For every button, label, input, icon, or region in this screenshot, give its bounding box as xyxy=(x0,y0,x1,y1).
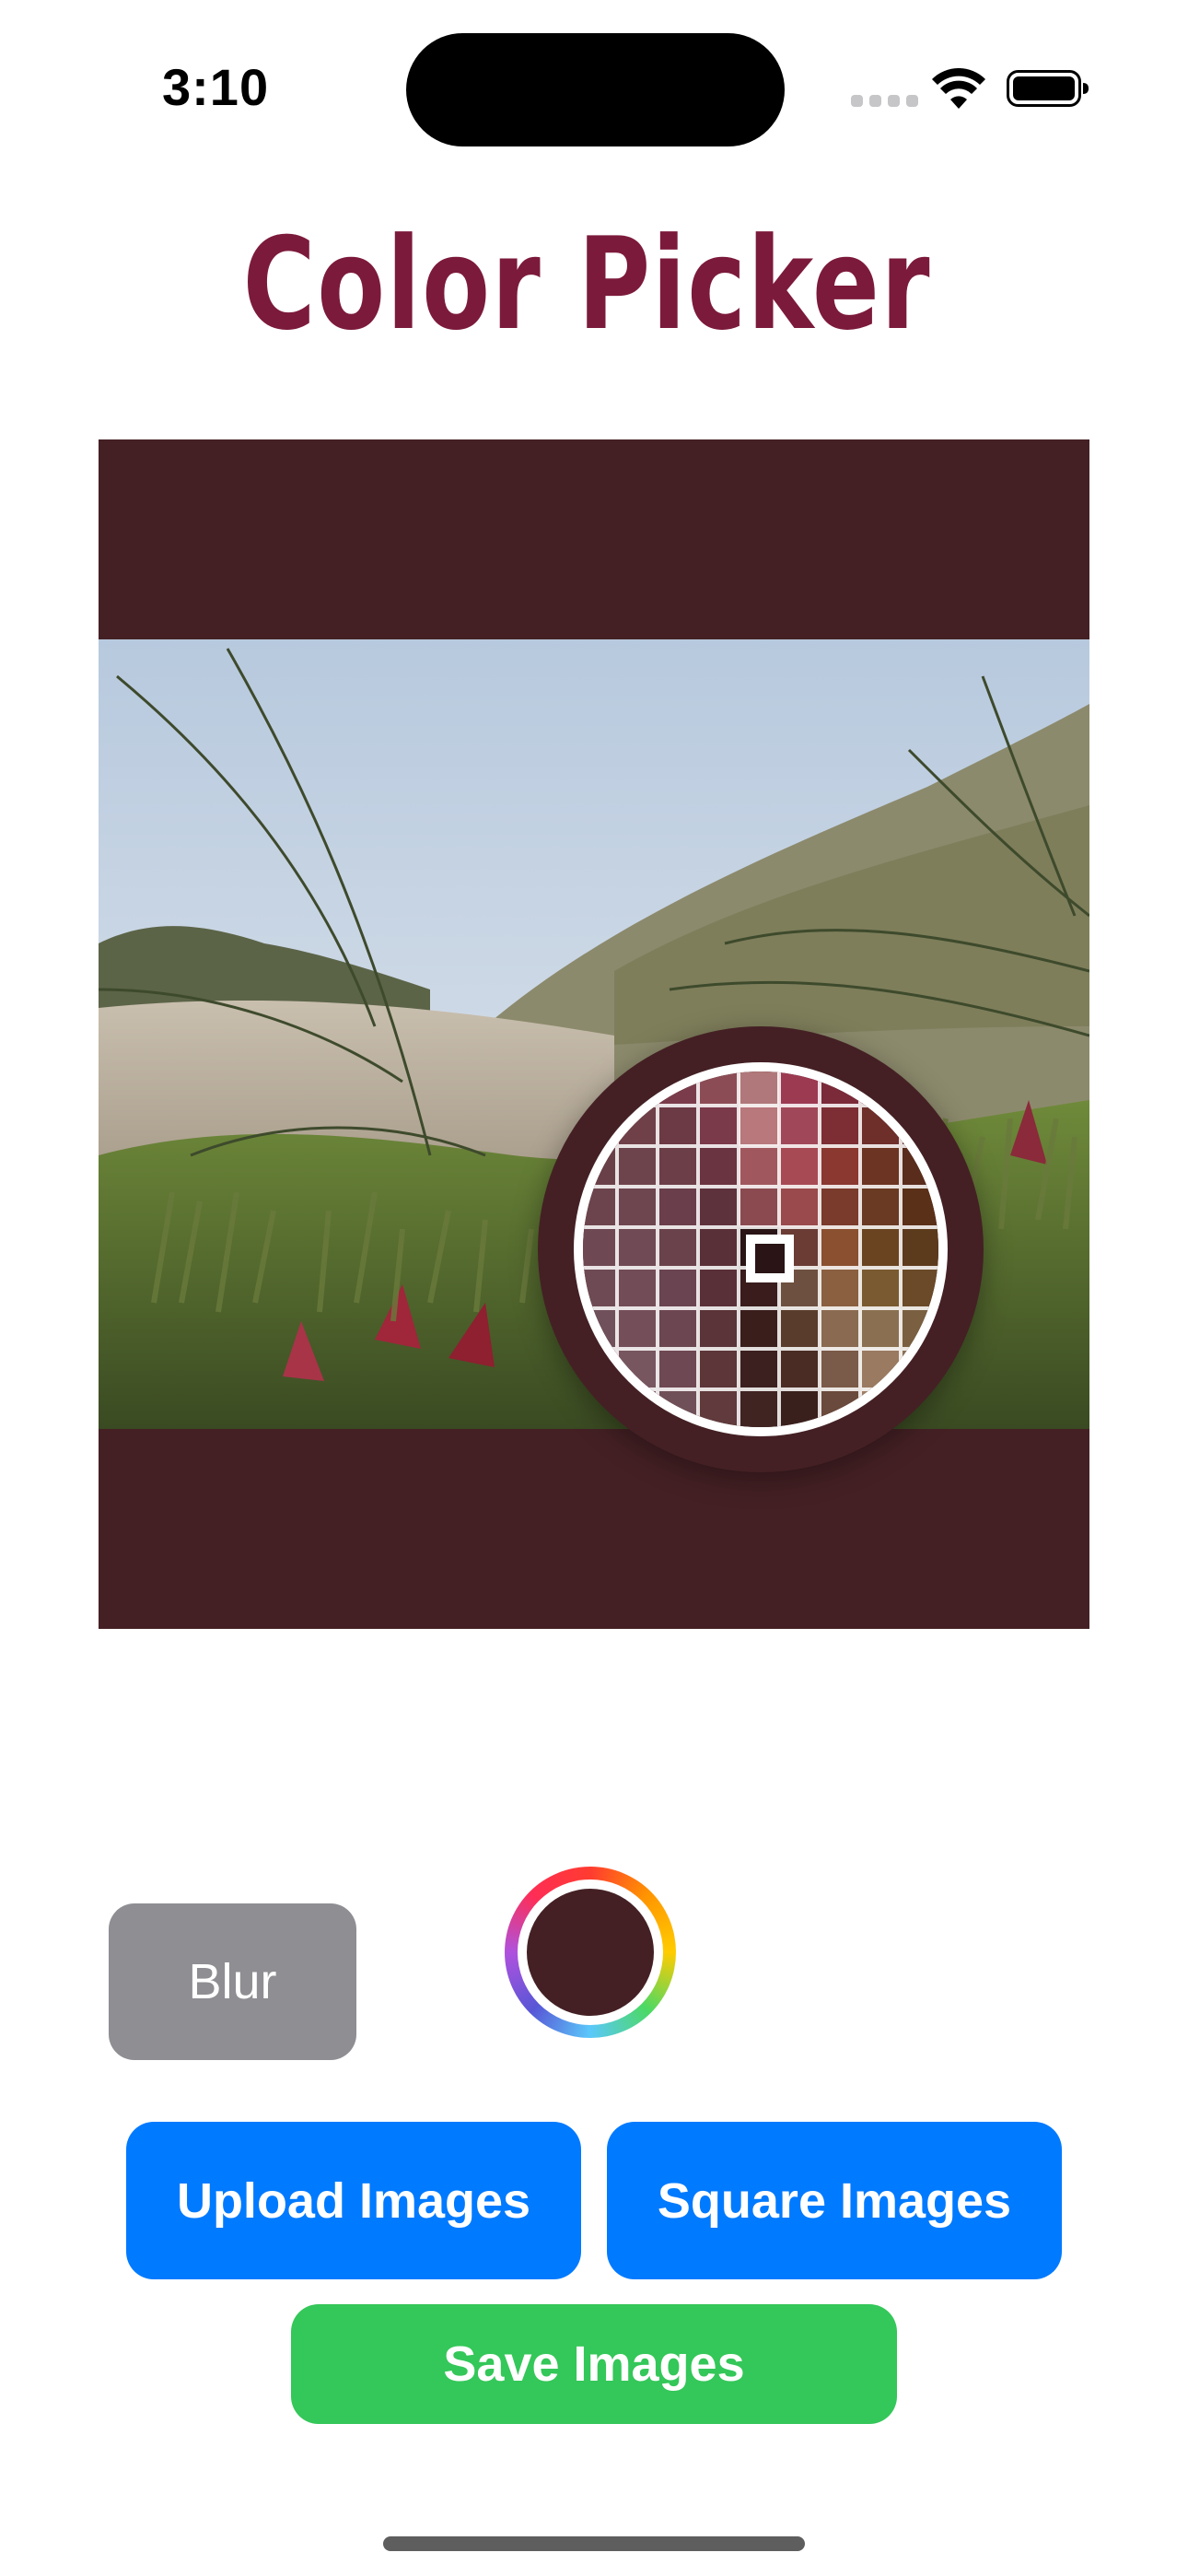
loupe-pixel xyxy=(901,1146,938,1187)
loupe-pixel xyxy=(779,1349,820,1389)
loupe-pixel xyxy=(617,1389,658,1427)
loupe-pixel xyxy=(583,1187,617,1227)
loupe-pixel xyxy=(698,1268,739,1308)
dynamic-island xyxy=(406,33,785,146)
loupe-pixel xyxy=(820,1106,860,1146)
loupe-pixel xyxy=(583,1349,617,1389)
color-well[interactable] xyxy=(505,1867,676,2038)
loupe-pixel xyxy=(658,1106,698,1146)
loupe-pixel xyxy=(617,1268,658,1308)
loupe-pixel xyxy=(658,1071,698,1106)
save-images-button[interactable]: Save Images xyxy=(291,2304,897,2424)
color-well-swatch xyxy=(527,1889,654,2016)
loupe-pixel xyxy=(617,1187,658,1227)
loupe-pixel xyxy=(860,1308,901,1349)
home-indicator xyxy=(383,2536,805,2551)
page-title: Color Picker xyxy=(242,210,932,358)
loupe-pixel xyxy=(779,1308,820,1349)
loupe-pixel xyxy=(901,1187,938,1227)
loupe-pixel xyxy=(820,1389,860,1427)
loupe-pixel xyxy=(698,1349,739,1389)
loupe-pixel xyxy=(779,1389,820,1427)
loupe-pixel xyxy=(739,1349,779,1389)
loupe-pixel xyxy=(901,1308,938,1349)
loupe-pixel xyxy=(779,1071,820,1106)
blur-button[interactable]: Blur xyxy=(109,1903,356,2060)
loupe-pixel xyxy=(698,1106,739,1146)
loupe-center-pixel xyxy=(746,1235,794,1282)
loupe-pixel xyxy=(860,1146,901,1187)
loupe-pixel xyxy=(698,1389,739,1427)
loupe-pixel xyxy=(901,1349,938,1389)
loupe-pixel xyxy=(658,1389,698,1427)
loupe-pixel xyxy=(617,1308,658,1349)
loupe-pixel xyxy=(860,1268,901,1308)
image-canvas[interactable] xyxy=(99,439,1089,1629)
loupe-pixel xyxy=(658,1187,698,1227)
loupe-pixel xyxy=(860,1349,901,1389)
loupe-pixel xyxy=(698,1146,739,1187)
loupe-pixel xyxy=(617,1349,658,1389)
loupe-pixel xyxy=(617,1106,658,1146)
loupe-pixel xyxy=(698,1308,739,1349)
loupe-pixel xyxy=(658,1146,698,1187)
loupe-pixel xyxy=(658,1308,698,1349)
loupe-pixel xyxy=(698,1187,739,1227)
loupe-pixel xyxy=(617,1146,658,1187)
loupe-pixel xyxy=(583,1268,617,1308)
loupe-pixel xyxy=(820,1071,860,1106)
loupe-pixel xyxy=(860,1106,901,1146)
loupe-pixel xyxy=(583,1227,617,1268)
loupe-pixel xyxy=(617,1227,658,1268)
loupe-pixel xyxy=(779,1187,820,1227)
loupe-pixel xyxy=(901,1268,938,1308)
wifi-icon xyxy=(932,68,985,109)
loupe-pixel xyxy=(583,1146,617,1187)
loupe-pixel xyxy=(860,1187,901,1227)
loupe-pixel xyxy=(658,1268,698,1308)
status-time: 3:10 xyxy=(162,58,270,116)
loupe-pixel xyxy=(739,1389,779,1427)
loupe-pixel xyxy=(820,1268,860,1308)
loupe-pixel xyxy=(658,1349,698,1389)
cellular-signal-icon xyxy=(851,95,918,107)
upload-images-button[interactable]: Upload Images xyxy=(126,2122,581,2279)
loupe-pixel xyxy=(739,1146,779,1187)
loupe-pixel xyxy=(901,1227,938,1268)
loupe-pixel xyxy=(901,1071,938,1106)
loupe-pixel xyxy=(820,1187,860,1227)
loupe-pixel xyxy=(779,1146,820,1187)
loupe-pixel xyxy=(739,1106,779,1146)
loupe-pixel xyxy=(583,1106,617,1146)
loupe-pixel xyxy=(820,1349,860,1389)
loupe-pixel xyxy=(739,1071,779,1106)
loupe-lens xyxy=(574,1062,948,1436)
loupe-pixel xyxy=(698,1227,739,1268)
battery-icon xyxy=(1007,70,1089,107)
loupe-pixel xyxy=(820,1308,860,1349)
color-picker-loupe[interactable] xyxy=(538,1026,984,1472)
loupe-pixel xyxy=(583,1071,617,1106)
loupe-pixel xyxy=(779,1106,820,1146)
loupe-pixel xyxy=(617,1071,658,1106)
loupe-pixel xyxy=(860,1227,901,1268)
loupe-pixel xyxy=(820,1227,860,1268)
loupe-pixel xyxy=(583,1308,617,1349)
square-images-button[interactable]: Square Images xyxy=(607,2122,1062,2279)
loupe-pixel xyxy=(860,1389,901,1427)
loupe-pixel xyxy=(739,1308,779,1349)
loupe-pixel xyxy=(658,1227,698,1268)
loupe-pixel xyxy=(901,1106,938,1146)
loupe-pixel xyxy=(820,1146,860,1187)
loupe-pixel xyxy=(860,1071,901,1106)
loupe-pixel xyxy=(739,1187,779,1227)
loupe-pixel xyxy=(583,1389,617,1427)
loupe-pixel xyxy=(901,1389,938,1427)
loupe-pixel xyxy=(698,1071,739,1106)
